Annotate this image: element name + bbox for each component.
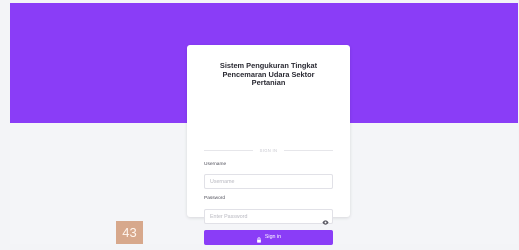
lock-icon [256,235,262,243]
divider-line-right [284,150,333,151]
overlay-badge: 43 [116,221,143,244]
sign-in-button[interactable]: Sign in [204,230,333,245]
divider-line-left [204,150,253,151]
app-title: Sistem Pengukuran Tingkat Pencemaran Uda… [219,61,318,88]
sign-in-divider: SIGN IN [204,147,333,155]
password-label: Password [204,196,226,201]
password-field-wrapper [204,209,333,225]
sign-in-label: Sign in [264,234,282,240]
eye-icon[interactable] [322,213,329,225]
divider-text: SIGN IN [259,148,278,153]
username-label: Username [204,162,227,167]
password-input[interactable] [204,209,333,224]
username-input[interactable] [204,174,333,189]
login-card: Sistem Pengukuran Tingkat Pencemaran Uda… [187,45,350,245]
